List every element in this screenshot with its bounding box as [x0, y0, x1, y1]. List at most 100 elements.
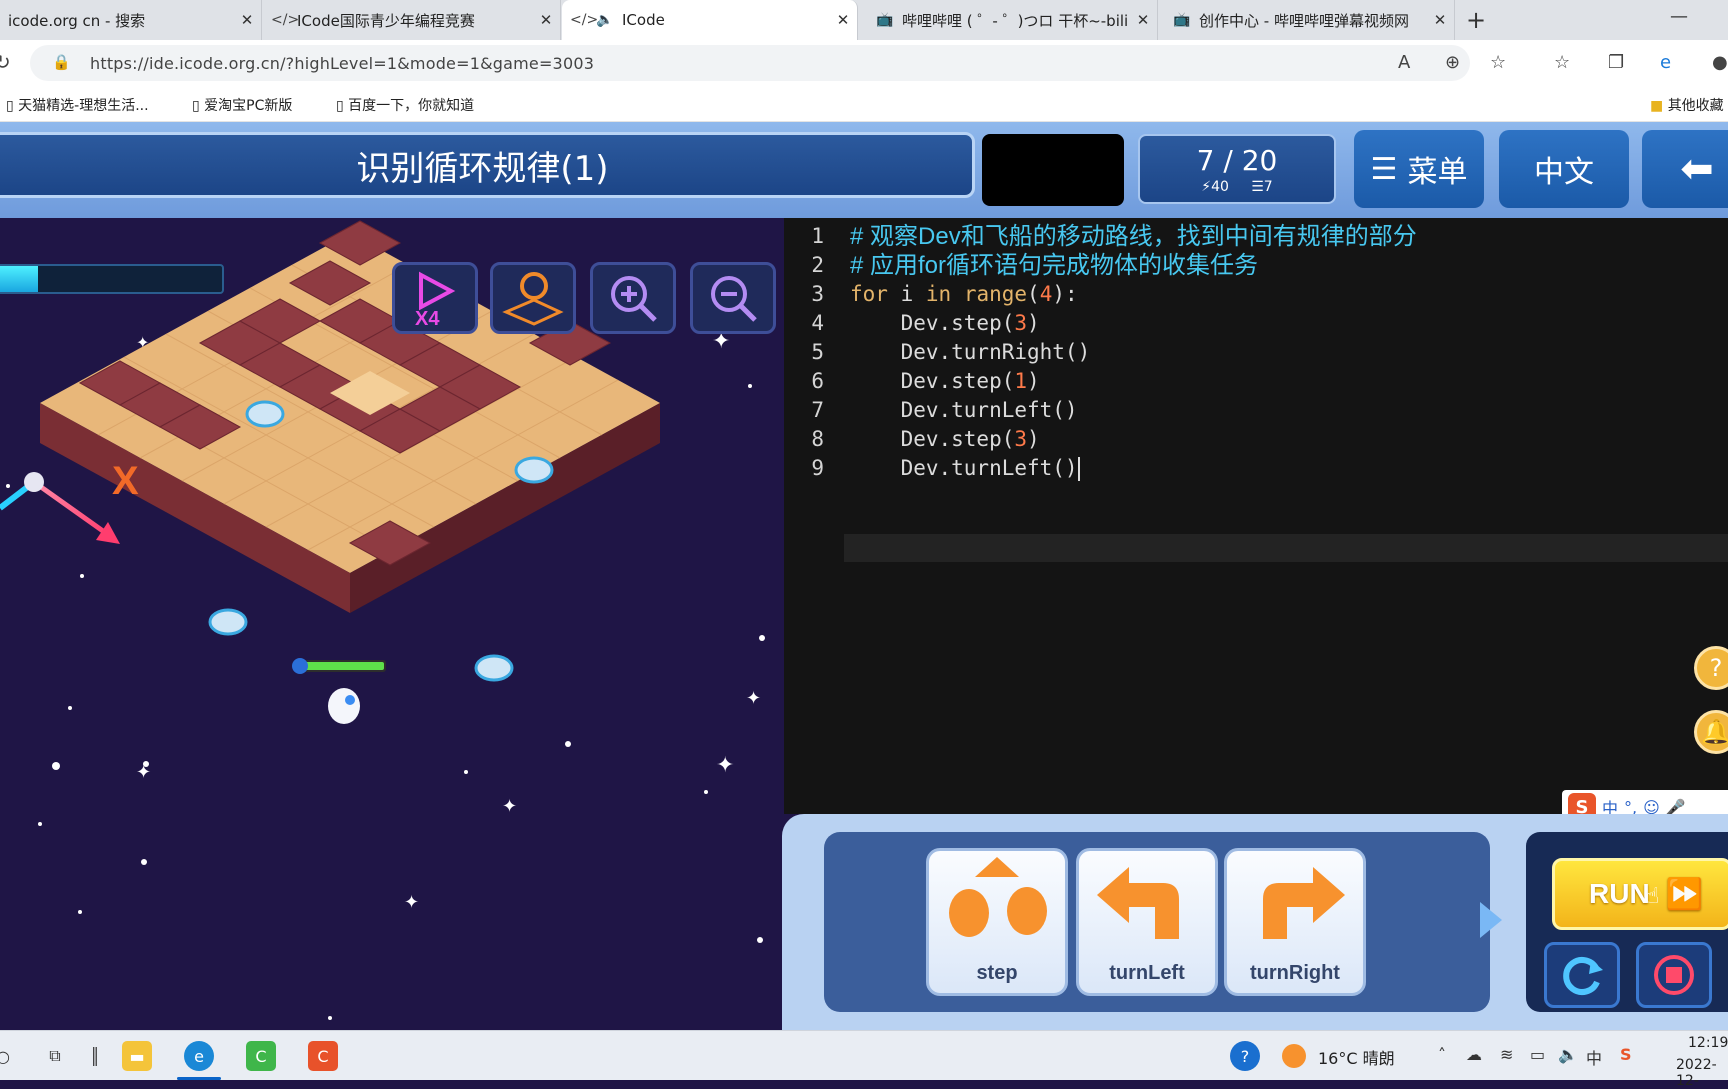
step-block[interactable]: step — [926, 848, 1068, 996]
line-number: 7 — [811, 398, 824, 422]
fast-forward-icon: ⏩ — [1665, 877, 1704, 911]
new-tab-button[interactable]: + — [1466, 6, 1486, 34]
close-tab-icon[interactable]: ✕ — [1426, 11, 1454, 29]
edge-icon[interactable]: e — [1660, 52, 1671, 73]
read-aloud-icon[interactable]: A — [1398, 52, 1410, 73]
code-favicon-icon: </> — [570, 12, 599, 28]
camtasia-recorder-icon[interactable]: C — [308, 1041, 338, 1071]
game-area: 识别循环规律(1) 7 / 20 ⚡40 ☰7 ☰ 菜单 中文 ⬅ ✦ ✦ ✦ … — [0, 122, 1728, 1030]
bookmark-taobao[interactable]: ▯ 爱淘宝PC新版 — [192, 95, 292, 115]
favorites-icon[interactable]: ☆ — [1554, 52, 1570, 73]
turn-left-block[interactable]: turnLeft — [1076, 848, 1218, 996]
language-button[interactable]: 中文 — [1499, 130, 1629, 208]
zoom-icon[interactable]: ⊕ — [1445, 52, 1460, 73]
tab-icode-contest[interactable]: </> ICode国际青少年编程竞赛 ✕ — [263, 0, 561, 40]
tab-bilibili-creator[interactable]: 📺 创作中心 - 哔哩哔哩弹幕视频网 ✕ — [1165, 0, 1455, 40]
stop-button[interactable] — [1636, 942, 1712, 1008]
game-scene[interactable]: ✦ ✦ ✦ ✦ ✦ ✦ ✦ X X4 — [0, 218, 782, 1030]
turn-right-block[interactable]: turnRight — [1224, 848, 1366, 996]
code-line[interactable]: for i in range(4): — [850, 280, 1078, 309]
panel-arrow-icon[interactable] — [1476, 900, 1506, 940]
code-line[interactable]: # 应用for循环语句完成物体的收集任务 — [850, 251, 1258, 280]
clock-time[interactable]: 12:19 — [1688, 1035, 1728, 1051]
text-caret — [1077, 457, 1080, 481]
reset-button[interactable] — [1544, 942, 1620, 1008]
lock-icon[interactable]: 🔒 — [52, 53, 71, 71]
cloud-icon[interactable]: ☁ — [1466, 1045, 1482, 1064]
collections-icon[interactable]: ❐ — [1608, 52, 1624, 73]
line-number: 9 — [811, 456, 824, 480]
svg-text:✦: ✦ — [136, 762, 151, 783]
level-stats: ⚡40 ☰7 — [1140, 179, 1334, 195]
line-number: 4 — [811, 311, 824, 335]
profile-icon[interactable]: ● — [1712, 52, 1728, 73]
code-line[interactable]: # 观察Dev和飞船的移动路线，找到中间有规律的部分 — [850, 222, 1417, 251]
clock-date[interactable]: 2022-12- — [1676, 1057, 1728, 1089]
speaker-icon[interactable]: 🔈 — [596, 12, 614, 28]
edge-browser-icon[interactable]: e — [184, 1041, 214, 1071]
battery-icon[interactable]: ▭ — [1530, 1045, 1545, 1064]
energy-count: 40 — [1211, 179, 1229, 195]
scene-svg: ✦ ✦ ✦✦ ✦✦ ✦ X — [0, 220, 765, 1020]
help-icon[interactable]: ? — [1230, 1041, 1260, 1071]
line-number: 8 — [811, 427, 824, 451]
tab-search[interactable]: icode.org cn - 搜索 ✕ — [0, 0, 262, 40]
bookmark-baidu[interactable]: ▯ 百度一下，你就知道 — [336, 95, 474, 115]
zoom-in-button[interactable] — [590, 262, 676, 334]
code-line[interactable]: Dev.step(3) — [850, 309, 1040, 338]
volume-icon[interactable]: 🔈 — [1558, 1045, 1578, 1064]
favorite-add-icon[interactable]: ☆ — [1490, 52, 1506, 73]
code-editor[interactable]: 1 2 3 4 5 6 7 8 9 # 观察Dev和飞船的移动路线，找到中间有规… — [784, 218, 1728, 814]
code-line[interactable]: Dev.turnRight() — [850, 338, 1091, 367]
sogou-tray-icon[interactable]: S — [1620, 1045, 1632, 1064]
run-button[interactable]: RUN ⏩ — [1552, 858, 1728, 930]
temperature: 16°C — [1318, 1049, 1358, 1068]
bilibili-favicon-icon: 📺 — [1173, 12, 1191, 28]
chevron-up-icon[interactable]: ˄ — [1438, 1045, 1446, 1064]
speed-x4-button[interactable]: X4 — [392, 262, 478, 334]
bookmark-tmall[interactable]: ▯ 天猫精选-理想生活... — [6, 95, 149, 115]
run-panel-inner: RUN ⏩ — [1526, 832, 1728, 1012]
svg-text:✦: ✦ — [716, 753, 734, 778]
code-line[interactable]: Dev.step(1) — [850, 367, 1040, 396]
turn-right-arrow-icon — [1263, 867, 1345, 939]
task-view-icon[interactable]: ⧉ — [40, 1041, 70, 1071]
weather-widget[interactable]: 16°C 晴朗 — [1318, 1045, 1395, 1069]
zoom-out-button[interactable] — [690, 262, 776, 334]
dev-robot — [292, 658, 386, 724]
redacted-box — [982, 134, 1124, 206]
tab-bilibili[interactable]: 📺 哔哩哔哩 ( ゜- ゜)つロ 干杯~-bilib ✕ — [868, 0, 1158, 40]
code-line[interactable]: Dev.turnLeft() — [850, 396, 1078, 425]
reload-icon[interactable]: ↻ — [0, 50, 11, 74]
tab-label: 哔哩哔哩 ( ゜- ゜)つロ 干杯~-bilib — [902, 11, 1129, 30]
code-line[interactable]: Dev.step(3) — [850, 425, 1040, 454]
close-tab-icon[interactable]: ✕ — [1129, 11, 1157, 29]
zoom-in-icon — [611, 276, 657, 322]
title-bar: 识别循环规律(1) — [0, 132, 975, 198]
wifi-icon[interactable]: ≋ — [1500, 1045, 1513, 1064]
back-button[interactable]: ⬅ — [1642, 130, 1728, 208]
weather-condition: 晴朗 — [1362, 1049, 1395, 1068]
turn-left-arrow-icon — [1097, 867, 1179, 939]
list-icon: ☰ — [1370, 151, 1398, 187]
speed-label: X4 — [415, 308, 440, 327]
refresh-icon — [1563, 957, 1603, 995]
tab-icode[interactable]: </> 🔈 ICode ✕ — [562, 0, 858, 40]
code-line[interactable]: Dev.turnLeft() — [850, 454, 1080, 483]
url-text[interactable]: https://ide.icode.org.cn/?highLevel=1&mo… — [90, 54, 594, 73]
menu-button[interactable]: ☰ 菜单 — [1354, 130, 1484, 208]
bookmark-other[interactable]: ■ 其他收藏 — [1650, 95, 1724, 115]
run-panel: RUN ⏩ — [1512, 814, 1728, 1030]
mouse-cursor-icon: ☝ — [1646, 884, 1660, 909]
camtasia-icon[interactable]: C — [246, 1041, 276, 1071]
input-language[interactable]: 中 — [1586, 1045, 1602, 1069]
file-explorer-icon[interactable]: ▬ — [122, 1041, 152, 1071]
close-tab-icon[interactable]: ✕ — [532, 11, 560, 29]
search-icon[interactable]: ○ — [0, 1041, 18, 1071]
language-label: 中文 — [1534, 155, 1594, 190]
close-tab-icon[interactable]: ✕ — [233, 11, 261, 29]
minimize-button[interactable]: — — [1670, 6, 1688, 27]
windows-taskbar: ○ ⧉ ║ ▬ e C C ? 16°C 晴朗 ˄ ☁ ≋ ▭ 🔈 中 S 12… — [0, 1030, 1728, 1089]
map-locate-button[interactable] — [490, 262, 576, 334]
close-tab-icon[interactable]: ✕ — [829, 11, 857, 29]
